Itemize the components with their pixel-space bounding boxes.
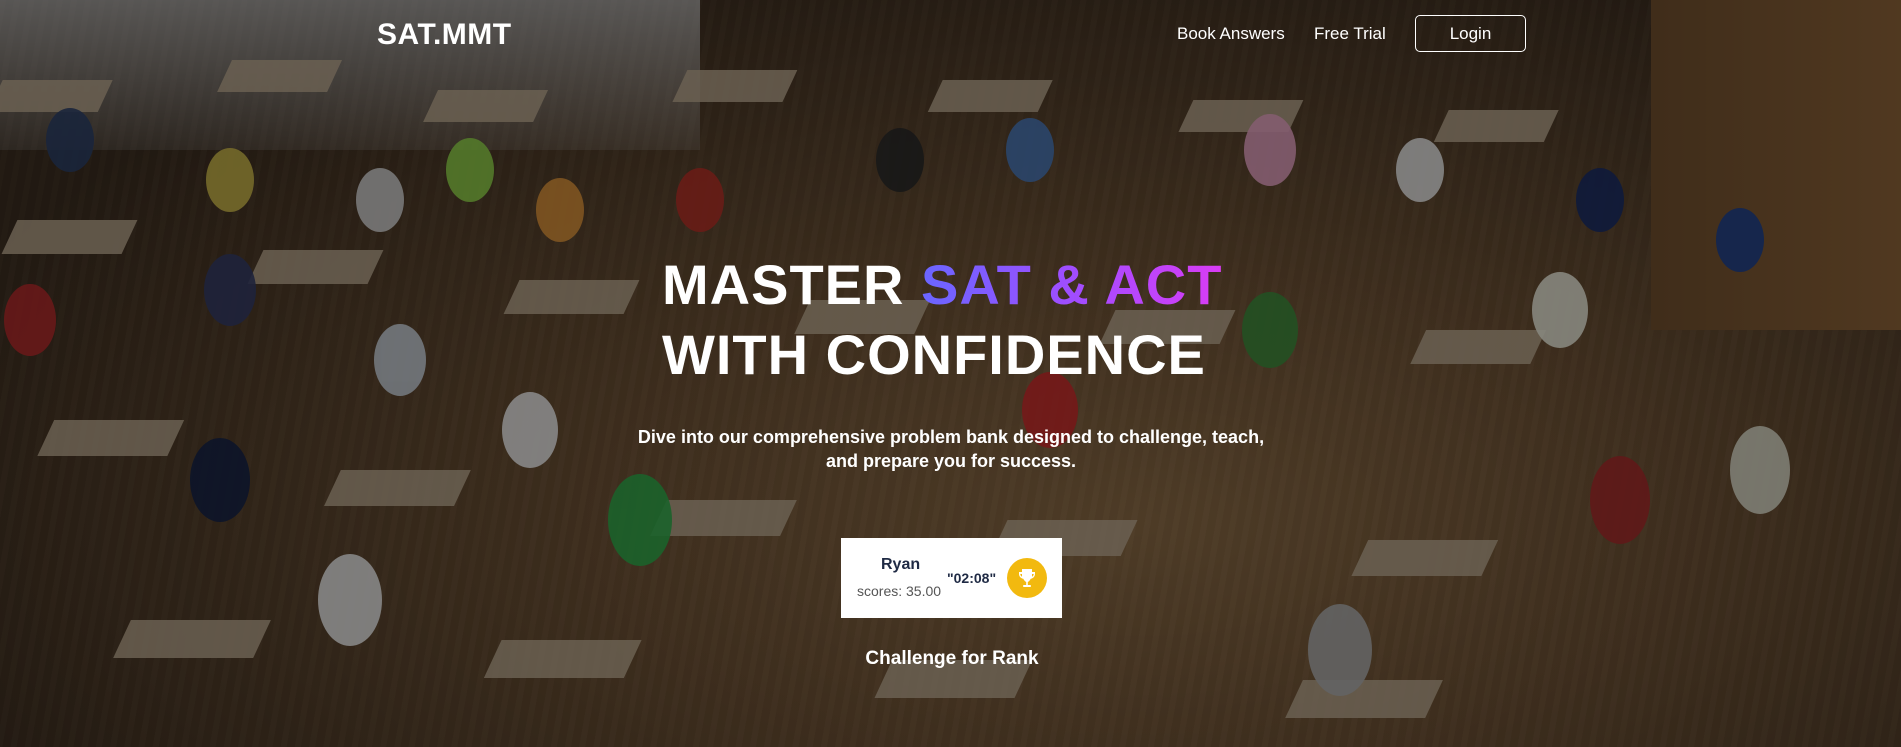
login-button[interactable]: Login bbox=[1415, 15, 1526, 52]
nav-free-trial[interactable]: Free Trial bbox=[1314, 24, 1386, 44]
brand-logo[interactable]: SAT.MMT bbox=[377, 18, 512, 52]
challenge-for-rank-link[interactable]: Challenge for Rank bbox=[752, 648, 1152, 670]
nav-book-answers[interactable]: Book Answers bbox=[1177, 24, 1285, 44]
headline-plain: MASTER bbox=[662, 253, 921, 316]
player-score: scores: 35.00 bbox=[857, 583, 942, 599]
trophy-icon bbox=[1007, 558, 1047, 598]
headline-highlight: SAT & ACT bbox=[921, 253, 1223, 316]
leaderboard-card[interactable]: Ryan scores: 35.00 "02:08" bbox=[841, 538, 1062, 618]
player-name: Ryan bbox=[881, 556, 921, 573]
hero-subtitle: Dive into our comprehensive problem bank… bbox=[637, 427, 1265, 471]
hero-headline: MASTER SAT & ACT WITH CONFIDENCE bbox=[662, 250, 1222, 390]
player-time: "02:08" bbox=[947, 570, 997, 586]
headline-line2: WITH CONFIDENCE bbox=[662, 323, 1206, 386]
